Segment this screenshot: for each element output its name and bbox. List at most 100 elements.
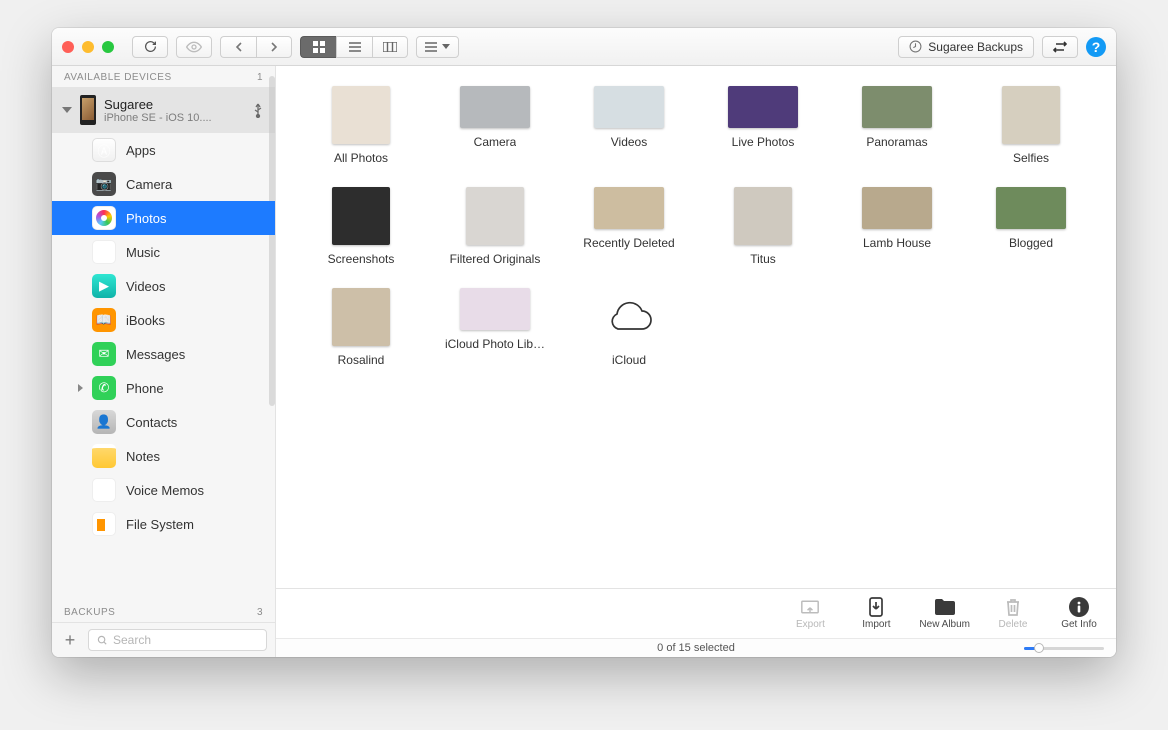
album-thumbnail — [1002, 86, 1060, 144]
minimize-window[interactable] — [82, 41, 94, 53]
sidebar-item-notes[interactable]: Notes — [52, 439, 275, 473]
delete-action[interactable]: Delete — [990, 597, 1036, 630]
sidebar-item-label: Messages — [126, 347, 185, 362]
album-filtered-originals[interactable]: Filtered Originals — [428, 187, 562, 266]
apps-icon: Ⓐ — [92, 138, 116, 162]
sidebar-item-camera[interactable]: 📷Camera — [52, 167, 275, 201]
new-album-action[interactable]: New Album — [919, 597, 970, 630]
view-list-button[interactable] — [336, 36, 372, 58]
album-blogged[interactable]: Blogged — [964, 187, 1098, 266]
sidebar-item-apps[interactable]: Ⓐ Apps — [52, 133, 275, 167]
section-backups: BACKUPS 3 — [52, 601, 275, 622]
sidebar-item-label: Voice Memos — [126, 483, 204, 498]
album-panoramas[interactable]: Panoramas — [830, 86, 964, 165]
view-segment — [300, 36, 408, 58]
album-selfies[interactable]: Selfies — [964, 86, 1098, 165]
album-rosalind[interactable]: Rosalind — [294, 288, 428, 367]
chevron-right-icon — [78, 384, 83, 392]
album-thumbnail — [332, 187, 390, 245]
get-info-action[interactable]: Get Info — [1056, 597, 1102, 630]
album-thumbnail — [332, 86, 390, 144]
toolbar: Sugaree Backups ? — [52, 28, 1116, 66]
album-label: Titus — [750, 252, 776, 266]
section-count: 3 — [257, 607, 263, 618]
add-button[interactable]: + — [60, 630, 80, 650]
phone-icon: ✆ — [92, 376, 116, 400]
backups-button[interactable]: Sugaree Backups — [898, 36, 1034, 58]
sidebar-item-photos[interactable]: Photos — [52, 201, 275, 235]
sidebar-item-label: Contacts — [126, 415, 177, 430]
cloud-icon — [600, 288, 658, 346]
traffic-lights — [62, 41, 114, 53]
nav-segment — [220, 36, 292, 58]
sidebar-item-contacts[interactable]: 👤 Contacts — [52, 405, 275, 439]
album-all-photos[interactable]: All Photos — [294, 86, 428, 165]
album-label: Panoramas — [866, 135, 927, 149]
close-window[interactable] — [62, 41, 74, 53]
section-available-devices: AVAILABLE DEVICES 1 — [52, 66, 275, 87]
notes-icon — [92, 444, 116, 468]
arrange-button[interactable] — [416, 36, 459, 58]
contacts-icon: 👤 — [92, 410, 116, 434]
refresh-button[interactable] — [132, 36, 168, 58]
album-live-photos[interactable]: Live Photos — [696, 86, 830, 165]
album-thumbnail — [460, 86, 530, 128]
help-button[interactable]: ? — [1086, 37, 1106, 57]
album-label: Camera — [474, 135, 517, 149]
section-count: 1 — [257, 72, 263, 83]
ibooks-icon: 📖 — [92, 308, 116, 332]
import-action[interactable]: Import — [853, 597, 899, 630]
nav-back-button[interactable] — [220, 36, 256, 58]
album-label: Videos — [611, 135, 647, 149]
body: AVAILABLE DEVICES 1 Sugaree iPhone SE - … — [52, 66, 1116, 657]
device-row[interactable]: Sugaree iPhone SE - iOS 10.... — [52, 87, 275, 133]
sidebar-item-label: iBooks — [126, 313, 165, 328]
album-lamb-house[interactable]: Lamb House — [830, 187, 964, 266]
album-label: Selfies — [1013, 151, 1049, 165]
sidebar-item-label: Videos — [126, 279, 166, 294]
view-icon-button[interactable] — [300, 36, 336, 58]
album-videos[interactable]: Videos — [562, 86, 696, 165]
action-bar: Export Import New Album Delete Get Info — [276, 588, 1116, 638]
album-recently-deleted[interactable]: Recently Deleted — [562, 187, 696, 266]
album-label: Recently Deleted — [583, 236, 674, 250]
sidebar-item-videos[interactable]: ▶Videos — [52, 269, 275, 303]
album-icloud[interactable]: iCloud — [562, 288, 696, 367]
sidebar-item-messages[interactable]: ✉Messages — [52, 337, 275, 371]
album-thumbnail — [460, 288, 530, 330]
album-label: Filtered Originals — [450, 252, 541, 266]
album-thumbnail — [466, 187, 524, 245]
search-placeholder: Search — [113, 633, 151, 647]
zoom-slider[interactable] — [1024, 647, 1104, 650]
preview-button[interactable] — [176, 36, 212, 58]
trash-icon — [1005, 597, 1021, 617]
music-icon: ♪ — [92, 240, 116, 264]
nav-forward-button[interactable] — [256, 36, 292, 58]
album-titus[interactable]: Titus — [696, 187, 830, 266]
voice-icon: ∿ — [92, 478, 116, 502]
export-action[interactable]: Export — [787, 597, 833, 630]
view-column-button[interactable] — [372, 36, 408, 58]
sidebar-item-phone[interactable]: ✆Phone — [52, 371, 275, 405]
chevron-down-icon — [62, 107, 72, 113]
transfer-button[interactable] — [1042, 36, 1078, 58]
usb-icon — [251, 102, 265, 118]
fs-icon — [92, 512, 116, 536]
sidebar-item-music[interactable]: ♪Music — [52, 235, 275, 269]
backups-label: Sugaree Backups — [928, 40, 1023, 54]
search-input[interactable]: Search — [88, 629, 267, 651]
sidebar-item-label: Apps — [126, 143, 156, 158]
album-icloud-photo-library[interactable]: iCloud Photo Lib… — [428, 288, 562, 367]
sidebar-item-label: Photos — [126, 211, 166, 226]
album-thumbnail — [862, 86, 932, 128]
sidebar-item-voice-memos[interactable]: ∿ Voice Memos — [52, 473, 275, 507]
album-camera[interactable]: Camera — [428, 86, 562, 165]
sidebar-item-ibooks[interactable]: 📖 iBooks — [52, 303, 275, 337]
album-label: Blogged — [1009, 236, 1053, 250]
zoom-window[interactable] — [102, 41, 114, 53]
album-label: Screenshots — [328, 252, 395, 266]
album-screenshots[interactable]: Screenshots — [294, 187, 428, 266]
sidebar-item-file-system[interactable]: File System — [52, 507, 275, 541]
status-bar: 0 of 15 selected — [276, 638, 1116, 657]
camera-icon: 📷 — [92, 172, 116, 196]
